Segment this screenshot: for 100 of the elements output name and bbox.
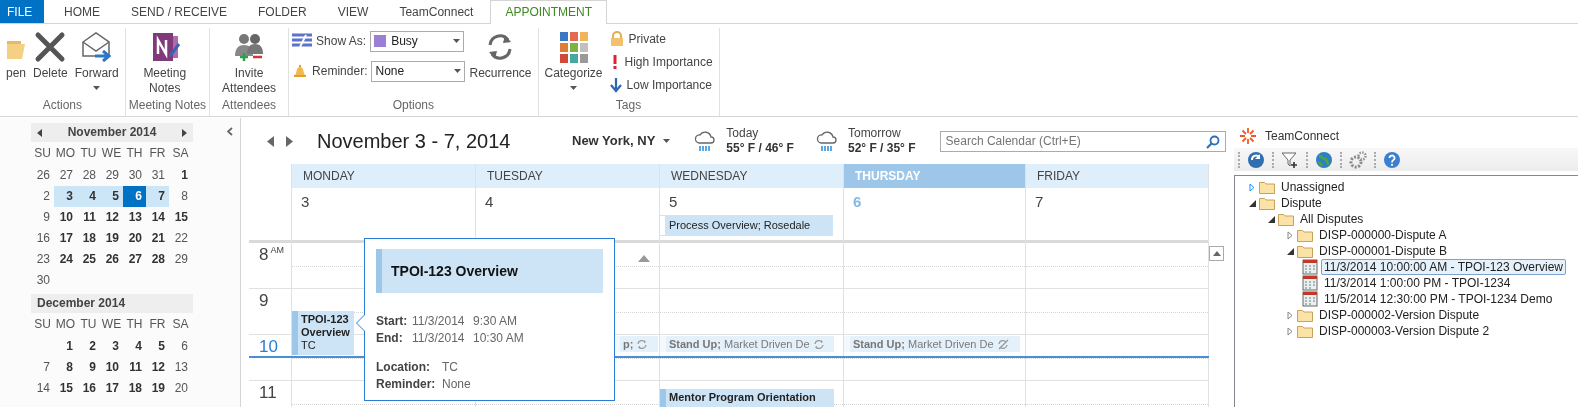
- search-field[interactable]: Search Calendar (Ctrl+E): [939, 130, 1226, 152]
- calendar-day[interactable]: 31: [146, 165, 169, 186]
- calendar-day[interactable]: 6: [169, 336, 192, 357]
- tree-item[interactable]: All Disputes: [1297, 211, 1367, 227]
- help-button[interactable]: [1383, 150, 1401, 169]
- calendar-day[interactable]: 30: [123, 165, 146, 186]
- calendar-day[interactable]: 12: [146, 357, 169, 378]
- calendar-day[interactable]: 21: [146, 228, 169, 249]
- dropdown-field[interactable]: Busy: [370, 30, 465, 52]
- ribbon-tab[interactable]: APPOINTMENT: [490, 0, 608, 24]
- calendar-day[interactable]: 8: [54, 357, 77, 378]
- calendar-day[interactable]: 30: [31, 270, 54, 291]
- ribbon-button[interactable]: Low Importance: [606, 76, 716, 94]
- calendar-day[interactable]: 2: [77, 336, 100, 357]
- calendar-day[interactable]: 13: [123, 207, 146, 228]
- tree-item[interactable]: DISP-000003-Version Dispute 2: [1316, 323, 1493, 339]
- tree-item[interactable]: DISP-000000-Dispute A: [1316, 227, 1450, 243]
- expanded-triangle-icon[interactable]: [1286, 247, 1294, 255]
- calendar-day[interactable]: 20: [169, 378, 192, 399]
- ribbon-button[interactable]: pen: [3, 28, 30, 83]
- calendar-day[interactable]: 10: [100, 357, 123, 378]
- collapsed-triangle-icon[interactable]: [1249, 182, 1255, 192]
- calendar-day[interactable]: 10: [54, 207, 77, 228]
- gears-button[interactable]: [1349, 150, 1367, 169]
- calendar-day[interactable]: 11: [123, 357, 146, 378]
- calendar-day[interactable]: 26: [31, 165, 54, 186]
- calendar-day[interactable]: 27: [123, 249, 146, 270]
- calendar-day[interactable]: 7: [146, 186, 169, 207]
- tree-item[interactable]: 11/5/2014 12:30:00 PM - TPOI-1234 Demo: [1321, 291, 1556, 307]
- calendar-day[interactable]: 8: [169, 186, 192, 207]
- refresh-button[interactable]: [1247, 150, 1265, 169]
- calendar-day[interactable]: 28: [146, 249, 169, 270]
- ribbon-button[interactable]: Delete: [30, 28, 71, 83]
- ribbon-tab[interactable]: FOLDER: [244, 0, 321, 23]
- calendar-day[interactable]: 9: [77, 357, 100, 378]
- calendar-day[interactable]: 1: [169, 165, 192, 186]
- next-month-button[interactable]: [182, 128, 187, 137]
- expanded-triangle-icon[interactable]: [1267, 215, 1275, 223]
- calendar-day[interactable]: 15: [169, 207, 192, 228]
- tree-item[interactable]: 11/3/2014 10:00:00 AM - TPOI-123 Overview: [1321, 259, 1567, 275]
- calendar-day[interactable]: 3: [100, 336, 123, 357]
- calendar-day[interactable]: 5: [100, 186, 123, 207]
- calendar-event[interactable]: Stand Up; Market Driven De: [844, 336, 1020, 352]
- calendar-day[interactable]: 14: [146, 207, 169, 228]
- calendar-day[interactable]: 19: [100, 228, 123, 249]
- ribbon-tab[interactable]: VIEW: [323, 0, 383, 23]
- calendar-day[interactable]: 1: [54, 336, 77, 357]
- ribbon-button[interactable]: Meeting Notes: [128, 28, 201, 98]
- calendar-event[interactable]: Stand Up; Market Driven De: [660, 336, 834, 352]
- calendar-day[interactable]: 18: [123, 378, 146, 399]
- file-tab[interactable]: FILE: [0, 0, 44, 23]
- calendar-event[interactable]: Mentor Program Orientation: [660, 389, 834, 407]
- calendar-day[interactable]: 15: [54, 378, 77, 399]
- calendar-day[interactable]: 22: [169, 228, 192, 249]
- ribbon-button[interactable]: Recurrence: [466, 28, 535, 83]
- filter-button[interactable]: [1281, 150, 1299, 169]
- calendar-day[interactable]: 2: [31, 186, 54, 207]
- prev-month-button[interactable]: [37, 128, 42, 137]
- calendar-day[interactable]: 16: [31, 228, 54, 249]
- ribbon-button[interactable]: Categorize: [541, 28, 606, 92]
- collapsed-triangle-icon[interactable]: [1287, 326, 1293, 336]
- calendar-day[interactable]: 27: [54, 165, 77, 186]
- calendar-day[interactable]: 7: [31, 357, 54, 378]
- calendar-day[interactable]: 17: [100, 378, 123, 399]
- tree-item[interactable]: Dispute: [1278, 195, 1325, 211]
- calendar-day[interactable]: 29: [169, 249, 192, 270]
- calendar-day[interactable]: 4: [77, 186, 100, 207]
- calendar-day[interactable]: 29: [100, 165, 123, 186]
- tree-item[interactable]: Unassigned: [1278, 179, 1348, 195]
- calendar-day[interactable]: 11: [77, 207, 100, 228]
- calendar-day[interactable]: 4: [123, 336, 146, 357]
- calendar-event[interactable]: p;: [614, 336, 658, 352]
- ribbon-tab[interactable]: TeamConnect: [385, 0, 488, 23]
- calendar-event[interactable]: TPOI-123 Overview TC: [292, 311, 354, 355]
- calendar-day[interactable]: 26: [100, 249, 123, 270]
- calendar-day[interactable]: 6: [123, 186, 146, 207]
- calendar-day[interactable]: 24: [54, 249, 77, 270]
- ribbon-tab[interactable]: HOME: [50, 0, 114, 23]
- collapsed-triangle-icon[interactable]: [1287, 230, 1293, 240]
- calendar-day[interactable]: 3: [54, 186, 77, 207]
- calendar-day[interactable]: 12: [100, 207, 123, 228]
- tree-item[interactable]: DISP-000002-Version Dispute: [1316, 307, 1483, 323]
- collapsed-triangle-icon[interactable]: [1287, 310, 1293, 320]
- calendar-day[interactable]: 16: [77, 378, 100, 399]
- calendar-day[interactable]: 18: [77, 228, 100, 249]
- calendar-day[interactable]: 17: [54, 228, 77, 249]
- ribbon-button[interactable]: Forward: [71, 28, 122, 92]
- calendar-day[interactable]: 23: [31, 249, 54, 270]
- dropdown-field[interactable]: None: [371, 60, 466, 82]
- ribbon-tab[interactable]: SEND / RECEIVE: [117, 0, 242, 23]
- calendar-day[interactable]: 9: [31, 207, 54, 228]
- globe-button[interactable]: [1315, 150, 1333, 169]
- ribbon-button[interactable]: High Importance: [606, 53, 716, 71]
- tree-item[interactable]: DISP-000001-Dispute B: [1316, 243, 1451, 259]
- ribbon-button[interactable]: Private: [606, 30, 716, 48]
- calendar-day[interactable]: 13: [169, 357, 192, 378]
- calendar-day[interactable]: 28: [77, 165, 100, 186]
- calendar-day[interactable]: 19: [146, 378, 169, 399]
- calendar-day[interactable]: 14: [31, 378, 54, 399]
- scroll-up-button[interactable]: [1209, 246, 1224, 261]
